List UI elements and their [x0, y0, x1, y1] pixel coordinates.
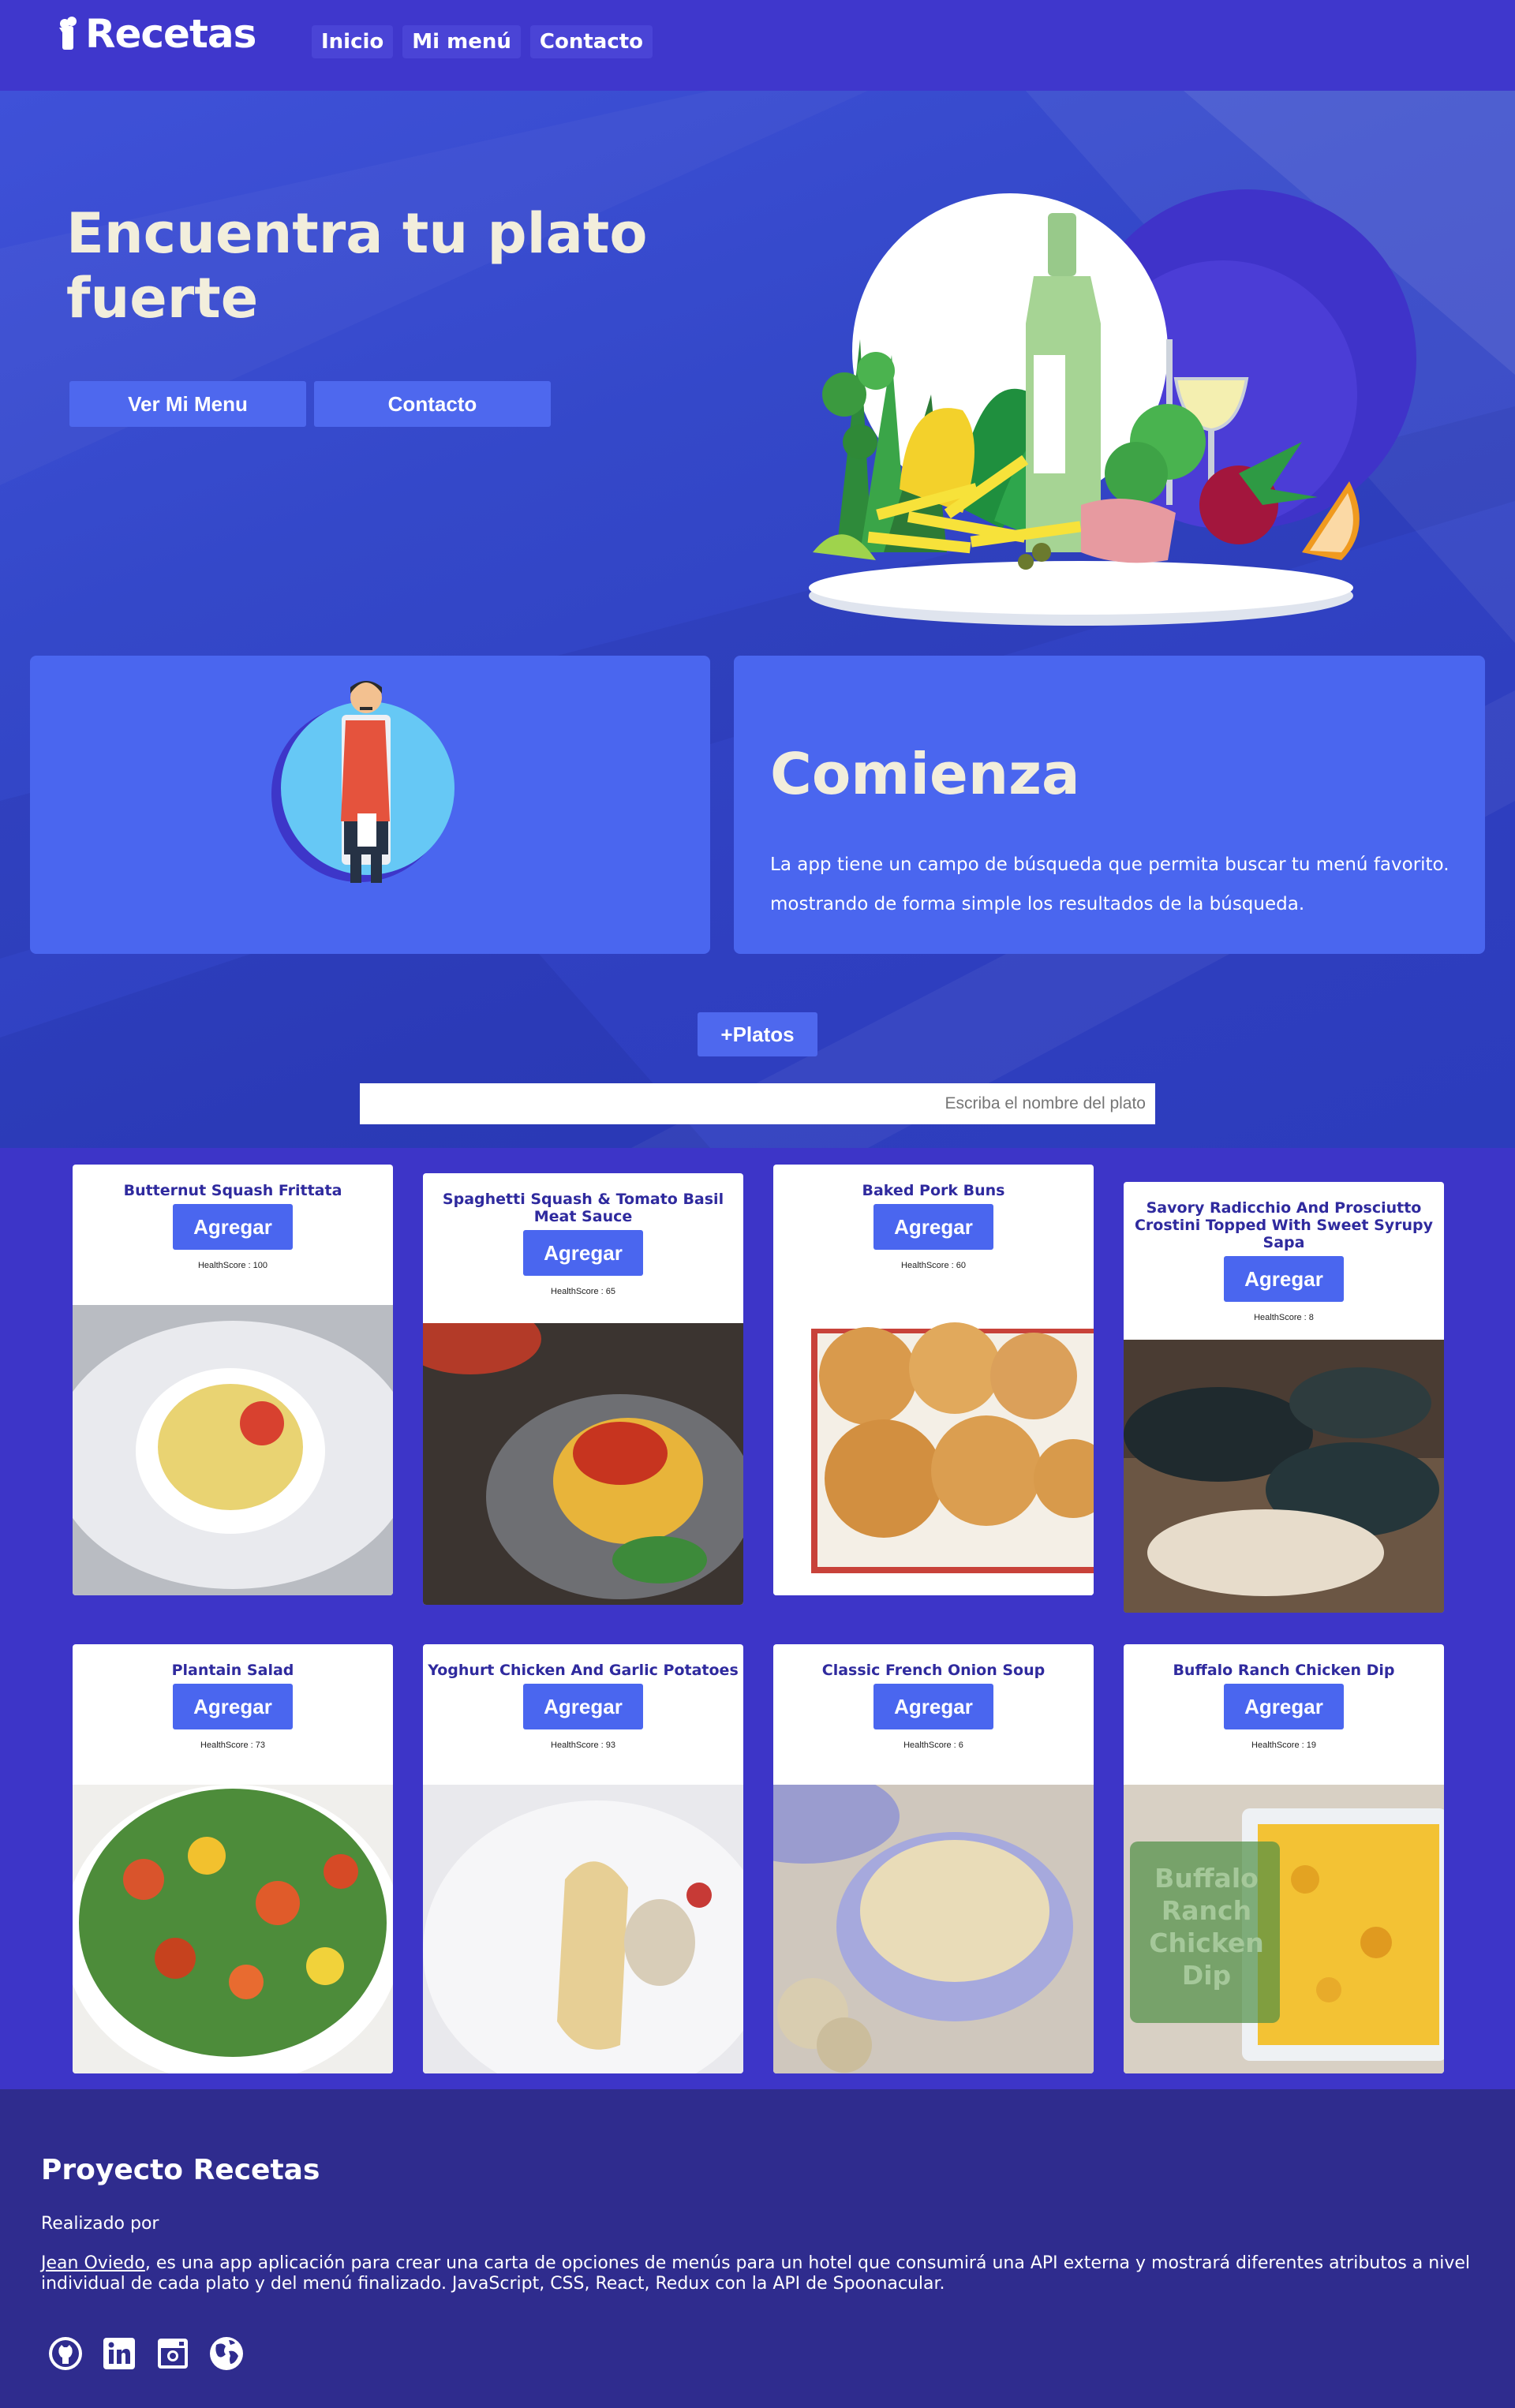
- dish-image: Buffalo Ranch Chicken Dip: [1124, 1785, 1444, 2073]
- health-score: HealthScore : 8: [1254, 1313, 1314, 1322]
- dish-title: Yoghurt Chicken And Garlic Potatoes: [428, 1662, 739, 1679]
- dish-title: Buffalo Ranch Chicken Dip: [1173, 1662, 1395, 1679]
- health-score: HealthScore : 65: [551, 1287, 615, 1296]
- comienza-title: Comienza: [770, 741, 1080, 807]
- instagram-icon[interactable]: [155, 2335, 191, 2372]
- dish-image: [773, 1321, 1094, 1595]
- hero-section: Encuentra tu plato fuerte Ver Mi Menu Co…: [0, 91, 1515, 1148]
- dish-card-8: Buffalo Ranch Chicken Dip Agregar Health…: [1124, 1644, 1444, 2073]
- dish-title: Spaghetti Squash & Tomato Basil Meat Sau…: [442, 1191, 724, 1225]
- dish-image: [1124, 1340, 1444, 1613]
- dish-title: Plantain Salad: [171, 1662, 294, 1679]
- author-link[interactable]: Jean Oviedo: [41, 2253, 145, 2273]
- footer-by: Realizado por: [41, 2214, 159, 2234]
- hero-title: Encuentra tu plato fuerte: [66, 201, 648, 331]
- footer-description: Jean Oviedo, es una app aplicación para …: [41, 2253, 1477, 2294]
- dish-card-3: Baked Pork Buns Agregar HealthScore : 60: [773, 1165, 1094, 1595]
- waiter-card: [30, 656, 710, 954]
- dish-title: Classic French Onion Soup: [821, 1662, 1046, 1679]
- contacto-button[interactable]: Contacto: [314, 381, 551, 427]
- dish-image: [73, 1785, 393, 2073]
- ver-mi-menu-button[interactable]: Ver Mi Menu: [69, 381, 306, 427]
- agregar-button[interactable]: Agregar: [1224, 1684, 1344, 1729]
- dish-title: Savory Radicchio And Prosciutto Crostini…: [1134, 1199, 1434, 1251]
- health-score: HealthScore : 60: [901, 1261, 966, 1270]
- top-navbar: Recetas Inicio Mi menú Contacto: [0, 0, 1515, 91]
- nav-link-contacto[interactable]: Contacto: [529, 25, 653, 58]
- comienza-text: La app tiene un campo de búsqueda que pe…: [770, 854, 1450, 914]
- logo[interactable]: Recetas: [57, 6, 256, 62]
- dish-search-input[interactable]: [360, 1083, 1155, 1124]
- agregar-button[interactable]: Agregar: [1224, 1256, 1344, 1302]
- nav-link-inicio[interactable]: Inicio: [312, 25, 394, 58]
- waiter-illustration: [271, 681, 454, 883]
- food-plate-illustration: [809, 189, 1416, 626]
- chef-icon: [59, 17, 77, 50]
- agregar-button[interactable]: Agregar: [873, 1204, 993, 1250]
- dish-card-1: Butternut Squash Frittata Agregar Health…: [73, 1165, 393, 1595]
- agregar-button[interactable]: Agregar: [523, 1684, 643, 1729]
- dish-card-7: Classic French Onion Soup Agregar Health…: [773, 1644, 1094, 2073]
- dish-image: [423, 1323, 743, 1605]
- dish-image-overlay-text: Buffalo Ranch Chicken Dip: [1149, 1863, 1264, 1991]
- health-score: HealthScore : 19: [1251, 1741, 1316, 1750]
- dish-image: [423, 1785, 743, 2073]
- agregar-button[interactable]: Agregar: [173, 1684, 293, 1729]
- dish-image: [773, 1785, 1094, 2073]
- linkedin-icon[interactable]: [101, 2335, 137, 2372]
- health-score: HealthScore : 93: [551, 1741, 615, 1750]
- agregar-button[interactable]: Agregar: [873, 1684, 993, 1729]
- agregar-button[interactable]: Agregar: [523, 1230, 643, 1276]
- footer-title: Proyecto Recetas: [41, 2154, 320, 2186]
- health-score: HealthScore : 100: [197, 1261, 268, 1270]
- add-dishes-button[interactable]: +Platos: [698, 1012, 817, 1056]
- social-links: [47, 2335, 245, 2372]
- nav-link-mi-menu[interactable]: Mi menú: [402, 25, 521, 58]
- comienza-card: Comienza La app tiene un campo de búsque…: [734, 656, 1485, 954]
- dish-card-4: Savory Radicchio And Prosciutto Crostini…: [1124, 1182, 1444, 1613]
- health-score: HealthScore : 73: [200, 1741, 265, 1750]
- health-score: HealthScore : 6: [903, 1741, 963, 1750]
- dish-card-5: Plantain Salad Agregar HealthScore : 73: [73, 1644, 393, 2073]
- agregar-button[interactable]: Agregar: [173, 1204, 293, 1250]
- hero-buttons: Ver Mi Menu Contacto: [69, 381, 551, 427]
- dish-title: Butternut Squash Frittata: [123, 1182, 342, 1199]
- footer-description-text: , es una app aplicación para crear una c…: [41, 2253, 1470, 2294]
- dish-image: [73, 1305, 393, 1595]
- github-icon[interactable]: [47, 2335, 84, 2372]
- nav-links: Inicio Mi menú Contacto: [312, 25, 653, 58]
- logo-text: Recetas: [85, 11, 256, 57]
- dish-title: Baked Pork Buns: [862, 1182, 1005, 1199]
- globe-icon[interactable]: [208, 2335, 245, 2372]
- dish-card-2: Spaghetti Squash & Tomato Basil Meat Sau…: [423, 1173, 743, 1605]
- dish-card-6: Yoghurt Chicken And Garlic Potatoes Agre…: [423, 1644, 743, 2073]
